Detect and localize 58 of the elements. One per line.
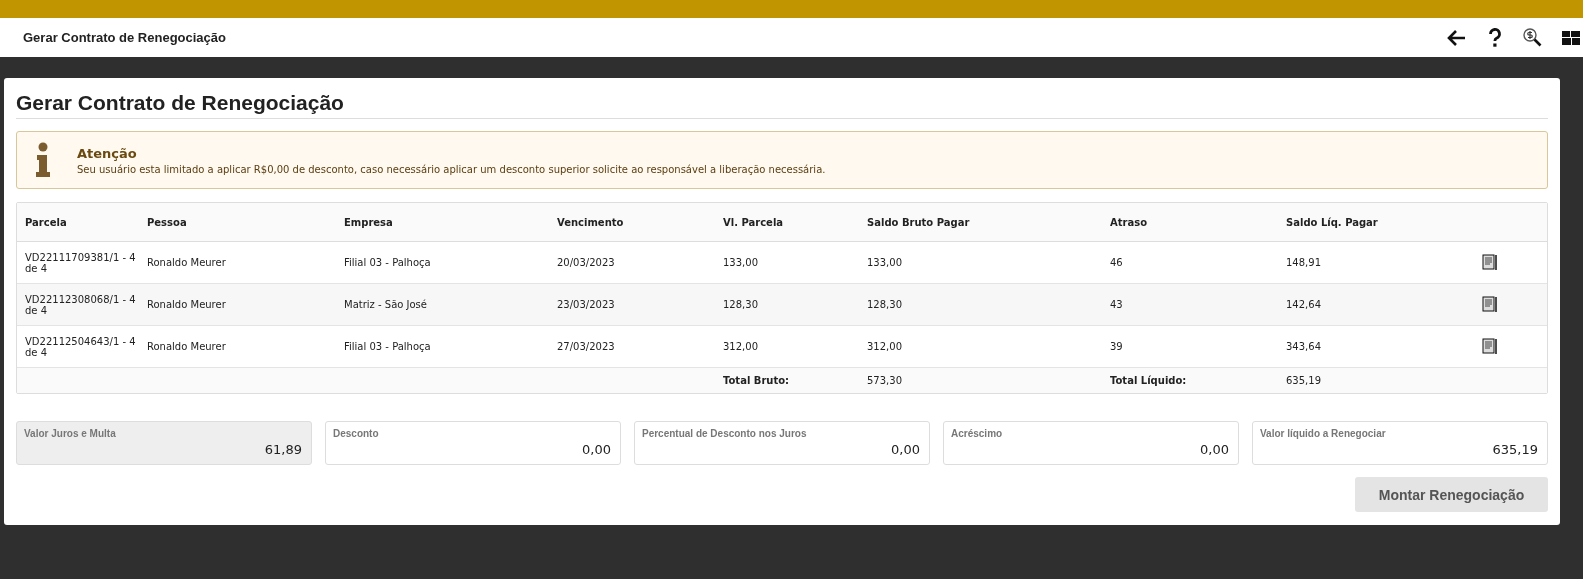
field-value: 0,00 <box>1199 442 1229 457</box>
table-cell-text: 27/03/2023 <box>556 341 616 352</box>
field-value: 61,89 <box>263 442 302 457</box>
table-cell-text: 23/03/2023 <box>556 299 616 310</box>
table-cell-text: 312,00 <box>722 341 759 352</box>
table-cell-text: VD22111709381/1 - 4 de 4 <box>24 251 137 274</box>
table-cell-text: Ronaldo Meurer <box>146 257 227 268</box>
table-cell-text: 142,64 <box>1285 299 1322 310</box>
total-label: Total Bruto: <box>722 375 791 386</box>
table-cell-text: Filial 03 - Palhoça <box>343 257 432 268</box>
table-cell-text: 20/03/2023 <box>556 257 616 268</box>
total-label: Total Líquido: <box>1109 375 1188 386</box>
field-label: Percentual de Desconto nos Juros <box>642 428 808 439</box>
table-cell-text: 39 <box>1109 341 1124 352</box>
table-cell-text: 133,00 <box>866 257 903 268</box>
table-cell-text: 343,64 <box>1285 341 1322 352</box>
document-icon[interactable] <box>1482 337 1498 354</box>
column-header: Atraso <box>1109 216 1149 228</box>
input-field[interactable]: Valor líquido a Renegociar 635,19 <box>1252 421 1548 465</box>
field-value: 0,00 <box>890 442 920 457</box>
column-header: Vl. Parcela <box>722 216 785 228</box>
info-icon <box>35 142 51 178</box>
input-field[interactable]: Acréscimo 0,00 <box>943 421 1239 465</box>
table-cell-text: 312,00 <box>866 341 903 352</box>
field-value: 0,00 <box>581 442 611 457</box>
table-cell-text: Matriz - São José <box>343 299 428 310</box>
page-title: Gerar Contrato de Renegociação <box>16 88 1548 119</box>
total-value: 573,30 <box>866 375 903 386</box>
table-cell-text: Filial 03 - Palhoça <box>343 341 432 352</box>
document-icon[interactable] <box>1482 253 1498 270</box>
column-header: Vencimento <box>556 216 625 228</box>
column-header: Empresa <box>343 216 394 228</box>
table-cell-text: Ronaldo Meurer <box>146 341 227 352</box>
table-cell-text: 148,91 <box>1285 257 1322 268</box>
column-header: Pessoa <box>146 216 188 228</box>
table-cell-text: 128,30 <box>866 299 903 310</box>
table-cell-text: Ronaldo Meurer <box>146 299 227 310</box>
table-cell-text: VD22112308068/1 - 4 de 4 <box>24 293 137 316</box>
total-value: 635,19 <box>1285 375 1322 386</box>
alert-message: Seu usuário esta limitado a aplicar R$0,00 de desconto, caso necessário aplicar um desconto superior solicite ao responsável a liberação necessária. <box>77 163 826 175</box>
table-cell-text: 133,00 <box>722 257 759 268</box>
table-cell-text: 128,30 <box>722 299 759 310</box>
field-value: 635,19 <box>1491 442 1538 457</box>
column-header: Parcela <box>24 216 68 228</box>
table-cell-text: VD22112504643/1 - 4 de 4 <box>24 335 137 358</box>
field-label: Valor líquido a Renegociar <box>1260 428 1387 439</box>
document-icon[interactable] <box>1482 295 1498 312</box>
window-title: Gerar Contrato de Renegociação <box>23 30 226 45</box>
input-field[interactable]: Percentual de Desconto nos Juros 0,00 <box>634 421 930 465</box>
field-label: Desconto <box>333 428 380 439</box>
table-cell-text: 43 <box>1109 299 1124 310</box>
column-header: Saldo Bruto Pagar <box>866 216 971 228</box>
table-cell-text: 46 <box>1109 257 1124 268</box>
input-field[interactable]: Desconto 0,00 <box>325 421 621 465</box>
field-label: Valor Juros e Multa <box>24 428 117 439</box>
alert-title: Atenção <box>77 145 138 161</box>
column-header: Saldo Líq. Pagar <box>1285 216 1379 228</box>
field-label: Acréscimo <box>951 428 1004 439</box>
